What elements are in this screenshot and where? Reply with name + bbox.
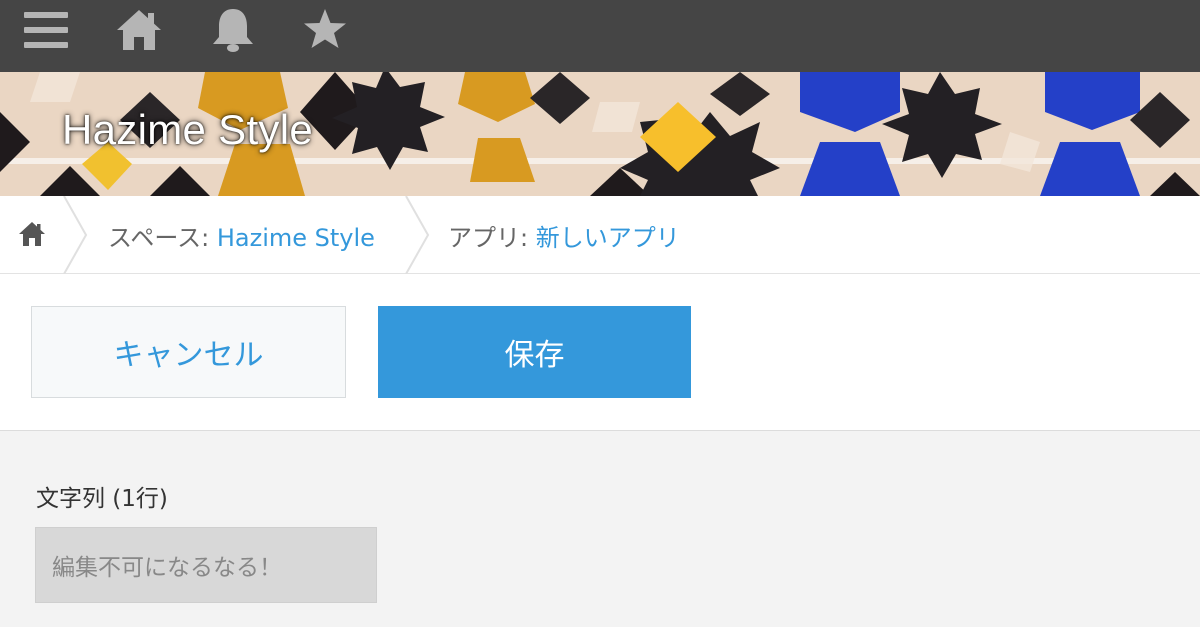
space-header-banner: Hazime Style bbox=[0, 72, 1200, 196]
save-button[interactable]: 保存 bbox=[378, 306, 691, 398]
cancel-button[interactable]: キャンセル bbox=[31, 306, 346, 398]
space-title: Hazime Style bbox=[62, 106, 314, 153]
star-icon[interactable] bbox=[300, 0, 350, 60]
top-navigation-bar bbox=[0, 0, 1200, 72]
text-field-disabled: 編集不可になるなる！ bbox=[35, 527, 377, 603]
breadcrumb-app-link[interactable]: 新しいアプリ bbox=[536, 224, 680, 252]
breadcrumb-item-app: アプリ: 新しいアプリ bbox=[448, 218, 680, 253]
breadcrumb-app-prefix: アプリ: bbox=[448, 224, 536, 252]
home-icon[interactable] bbox=[114, 0, 164, 60]
breadcrumb-separator bbox=[405, 196, 430, 274]
action-bar: キャンセル 保存 bbox=[0, 274, 1200, 431]
menu-icon[interactable] bbox=[20, 0, 72, 60]
record-form: 文字列 (1行) 編集不可になるなる！ bbox=[0, 432, 1200, 627]
home-icon[interactable] bbox=[18, 221, 46, 247]
breadcrumb-separator bbox=[63, 196, 88, 274]
breadcrumb-space-prefix: スペース: bbox=[108, 224, 217, 252]
bell-icon[interactable] bbox=[208, 0, 258, 60]
breadcrumb: スペース: Hazime Style アプリ: 新しいアプリ bbox=[0, 196, 1200, 274]
breadcrumb-space-link[interactable]: Hazime Style bbox=[217, 224, 375, 252]
breadcrumb-item-space: スペース: Hazime Style bbox=[108, 218, 375, 253]
field-label: 文字列 (1行) bbox=[36, 486, 168, 512]
